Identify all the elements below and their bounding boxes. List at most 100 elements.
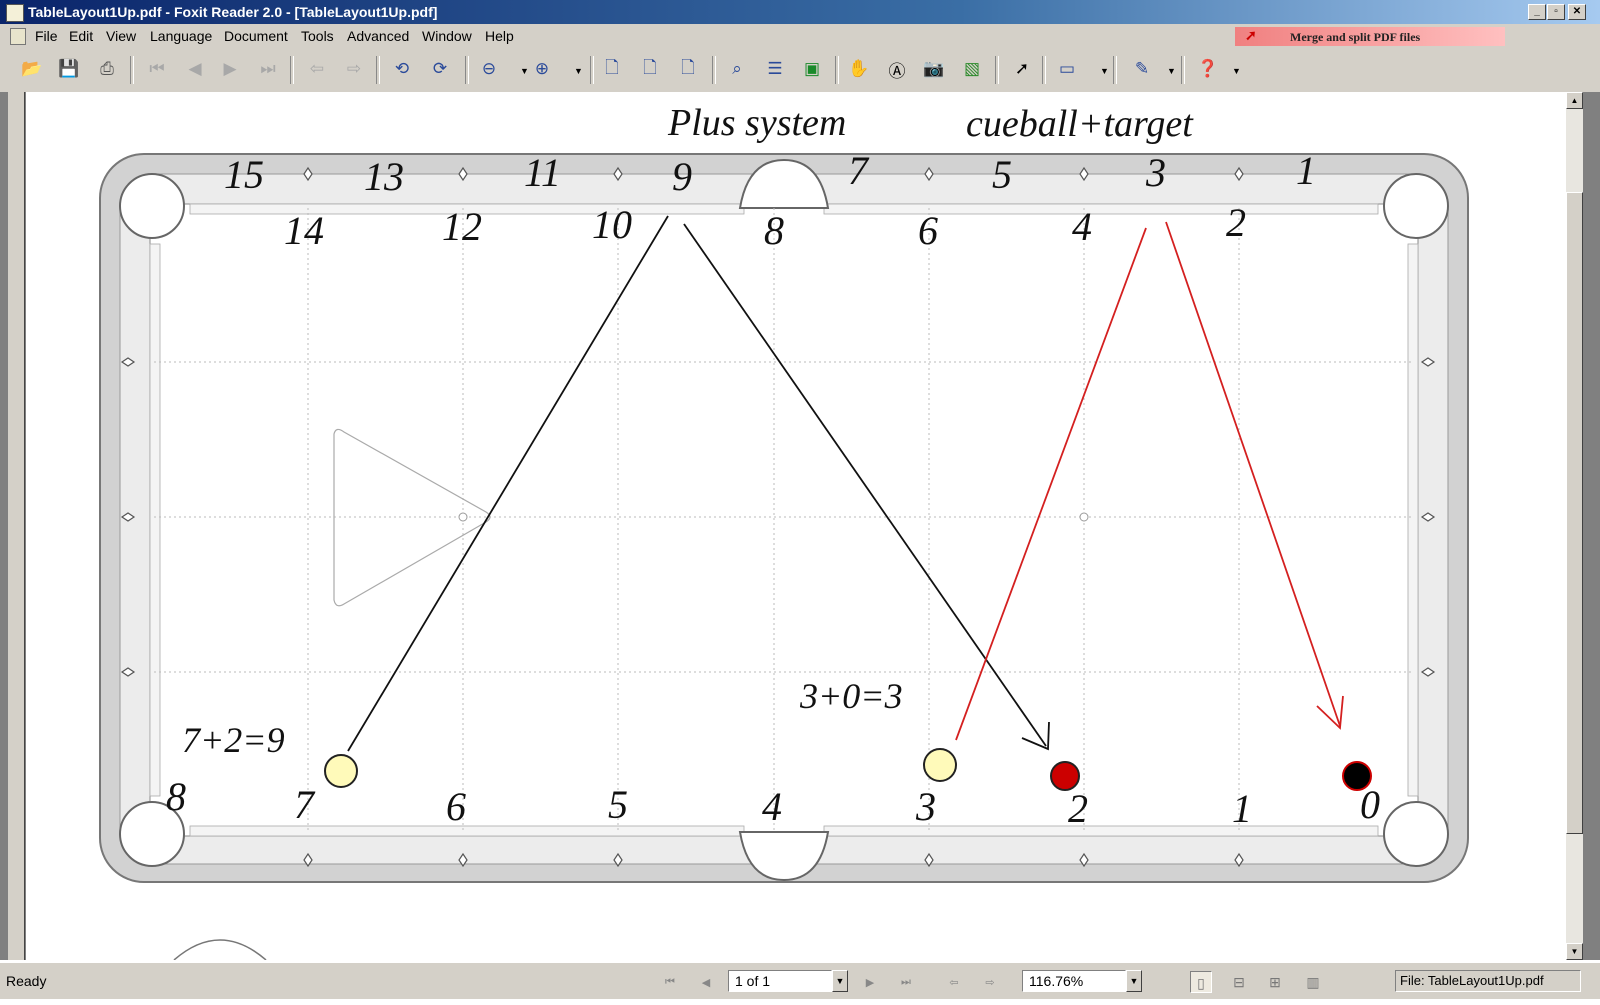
toolbar-separator (1113, 56, 1117, 84)
head-spot (1079, 512, 1089, 522)
top-outer-label: 15 (224, 152, 264, 197)
typewriter-dropdown-icon[interactable]: ▼ (1100, 66, 1109, 76)
menu-document[interactable]: Document (224, 28, 288, 44)
vertical-scrollbar[interactable]: ▲ ▼ (1566, 92, 1583, 960)
corner-pocket-top-left (119, 173, 185, 239)
menu-language[interactable]: Language (150, 28, 212, 44)
minimize-button[interactable]: _ (1528, 4, 1546, 20)
menu-view[interactable]: View (106, 28, 136, 44)
toolbar-separator (290, 56, 294, 84)
first-page-nav-icon[interactable]: ⏮ (660, 972, 680, 992)
scroll-up-icon[interactable]: ▲ (1566, 92, 1583, 109)
zoom-out-dropdown-icon[interactable]: ▼ (520, 66, 529, 76)
last-page-nav-icon[interactable]: ⏭ (896, 972, 916, 992)
bottom-rail-label: 2 (1068, 786, 1088, 831)
text-select-icon[interactable]: Ⓐ (885, 57, 909, 81)
save-icon[interactable]: 💾 (57, 57, 81, 81)
pool-table-diagram: Plus system cueball+target 15 13 11 9 7 … (99, 102, 1469, 960)
zoom-out-icon[interactable]: ⊖ (477, 57, 501, 81)
bookmarks-icon[interactable]: ☰ (763, 57, 787, 81)
next-page-icon[interactable]: ▶ (218, 57, 242, 81)
first-page-icon[interactable]: ⏮ (145, 57, 169, 81)
image-tool-icon[interactable]: ▧ (960, 57, 984, 81)
toolbar: 📂 💾 ⎙ ⏮ ◀ ▶ ⏭ ⇦ ⇨ ⟲ ⟳ ⊖ ▼ ⊕ ▼ 🗋 🗋 🗋 ⌕ ☰ … (0, 48, 1600, 93)
navigation-panel-splitter[interactable] (8, 92, 25, 960)
history-forward-icon[interactable]: ⇨ (980, 972, 1000, 992)
last-page-icon[interactable]: ⏭ (256, 57, 280, 81)
top-outer-label: 1 (1296, 148, 1316, 193)
scroll-thumb[interactable] (1566, 192, 1583, 834)
bottom-rail-label: 1 (1232, 786, 1252, 831)
page-number-field[interactable]: 1 of 1 (728, 970, 832, 992)
pencil-dropdown-icon[interactable]: ▼ (1167, 66, 1176, 76)
header-right: cueball+target (966, 103, 1194, 145)
continuous-layout-icon[interactable]: ⊟ (1228, 971, 1250, 993)
formula-right: 3+0=3 (799, 676, 903, 716)
actual-size-icon[interactable]: 🗋 (600, 57, 624, 81)
maximize-button[interactable]: ▫ (1547, 4, 1565, 20)
document-icon[interactable] (10, 28, 26, 45)
scroll-down-icon[interactable]: ▼ (1566, 943, 1583, 960)
hand-tool-icon[interactable]: ✋ (847, 57, 871, 81)
zoom-in-icon[interactable]: ⊕ (530, 57, 554, 81)
top-outer-label: 9 (672, 154, 692, 199)
status-bar: Ready ⏮ ◀ 1 of 1 ▼ ▶ ⏭ ⇦ ⇨ 116.76% ▼ ▯ ⊟… (0, 962, 1600, 999)
go-back-icon[interactable]: ⇦ (305, 57, 329, 81)
app-icon[interactable] (6, 4, 24, 22)
menu-bar: File Edit View Language Document Tools A… (0, 24, 1600, 67)
menu-edit[interactable]: Edit (69, 28, 93, 44)
open-folder-icon[interactable]: 📂 (20, 57, 44, 81)
corner-pocket-bottom-right (1383, 801, 1449, 867)
zoom-field[interactable]: 116.76% (1022, 970, 1126, 992)
next-diagram-peek (173, 939, 267, 960)
snapshot-icon[interactable]: 📷 (922, 57, 946, 81)
pdf-page[interactable]: Plus system cueball+target 15 13 11 9 7 … (26, 92, 1566, 960)
target-ball-red (1050, 761, 1080, 791)
next-page-nav-icon[interactable]: ▶ (860, 972, 880, 992)
bottom-rail-label: 7 (294, 782, 316, 827)
pencil-icon[interactable]: ✎ (1130, 57, 1154, 81)
toolbar-separator (130, 56, 134, 84)
help-icon[interactable]: ❓ (1196, 57, 1220, 81)
menu-advanced[interactable]: Advanced (347, 28, 409, 44)
fit-width-icon[interactable]: 🗋 (676, 57, 700, 81)
header-left: Plus system (667, 102, 846, 144)
ad-banner-text: Merge and split PDF files (1290, 30, 1421, 44)
previous-page-nav-icon[interactable]: ◀ (696, 972, 716, 992)
zoom-dropdown-icon[interactable]: ▼ (1126, 970, 1142, 992)
history-back-icon[interactable]: ⇦ (944, 972, 964, 992)
zoom-in-dropdown-icon[interactable]: ▼ (574, 66, 583, 76)
rotate-left-icon[interactable]: ⟲ (390, 57, 414, 81)
bottom-rail-label: 5 (608, 782, 628, 827)
menu-window[interactable]: Window (422, 28, 472, 44)
menu-file[interactable]: File (35, 28, 58, 44)
arrow-icon: ➚ (1245, 29, 1257, 44)
typewriter-icon[interactable]: ▭ (1055, 57, 1079, 81)
print-icon[interactable]: ⎙ (95, 57, 119, 81)
previous-page-icon[interactable]: ◀ (183, 57, 207, 81)
single-page-layout-icon[interactable]: ▯ (1190, 971, 1212, 993)
rotate-right-icon[interactable]: ⟳ (428, 57, 452, 81)
top-inner-label: 12 (442, 204, 482, 249)
menu-help[interactable]: Help (485, 28, 514, 44)
facing-layout-icon[interactable]: ⊞ (1264, 971, 1286, 993)
thumbnails-icon[interactable]: ▣ (800, 57, 824, 81)
bottom-rail-label: 3 (915, 784, 936, 829)
close-button[interactable]: ✕ (1568, 4, 1586, 20)
top-inner-label: 8 (764, 208, 784, 253)
help-dropdown-icon[interactable]: ▼ (1232, 66, 1241, 76)
page-dropdown-icon[interactable]: ▼ (832, 970, 848, 992)
top-outer-label: 11 (524, 150, 561, 195)
menu-tools[interactable]: Tools (301, 28, 334, 44)
top-outer-label: 5 (992, 152, 1012, 197)
ad-banner[interactable]: ➚ Merge and split PDF files (1235, 27, 1505, 46)
select-cursor-icon[interactable]: ➚ (1010, 57, 1034, 81)
find-icon[interactable]: ⌕ (725, 57, 749, 81)
top-right-cushion (823, 203, 1379, 215)
continuous-facing-layout-icon[interactable]: ▥ (1302, 971, 1324, 993)
fit-page-icon[interactable]: 🗋 (638, 57, 662, 81)
bottom-rail-label: 6 (446, 784, 466, 829)
go-forward-icon[interactable]: ⇨ (342, 57, 366, 81)
top-outer-label: 3 (1145, 150, 1166, 195)
toolbar-separator (465, 56, 469, 84)
